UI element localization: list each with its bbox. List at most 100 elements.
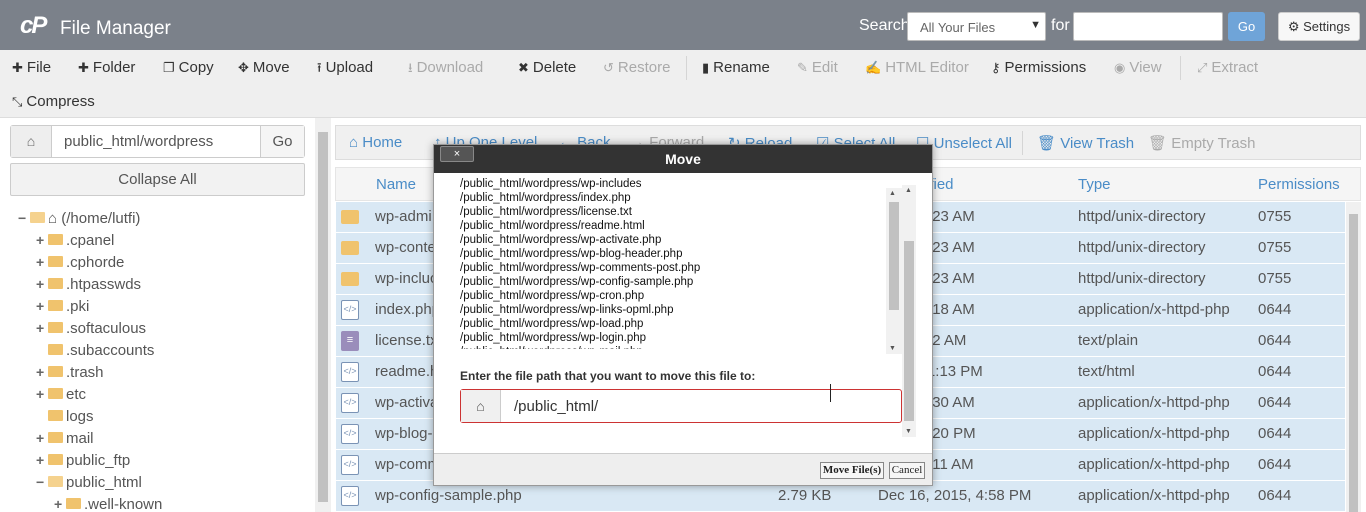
upload-button[interactable]: ⭱ Upload <box>317 59 373 81</box>
left-pane-scrollbar[interactable] <box>315 118 331 512</box>
compress-button[interactable]: ⤡ Compress <box>12 93 95 110</box>
cell-permissions: 0644 <box>1258 456 1292 473</box>
destination-label: Enter the file path that you want to mov… <box>460 369 756 383</box>
tree-toggle[interactable]: + <box>36 364 48 380</box>
gear-icon: ⚙ <box>1287 19 1300 34</box>
column-type[interactable]: Type <box>1078 176 1111 193</box>
file-list-scrollbar[interactable] <box>1346 202 1361 512</box>
tree-toggle[interactable]: + <box>36 298 48 314</box>
file-path-item: /public_html/wordpress/license.txt <box>460 206 632 218</box>
cell-name: wp-blog-h <box>375 425 441 442</box>
file-path-item: /public_html/wordpress/wp-cron.php <box>460 290 645 302</box>
destination-input[interactable]: /public_html/ <box>514 398 598 415</box>
tree-item[interactable]: + .trash <box>36 364 104 384</box>
code-file-icon: </> <box>341 300 359 320</box>
path-input[interactable]: public_html/wordpress <box>64 133 213 150</box>
view-button[interactable]: ◉ View <box>1114 59 1162 76</box>
dialog-title: Move <box>434 145 932 173</box>
tree-toggle[interactable]: + <box>36 430 48 446</box>
copy-button[interactable]: ❐ Copy <box>163 59 214 76</box>
cell-name: readme.h <box>375 363 439 380</box>
html-editor-button[interactable]: ✍ HTML Editor <box>865 59 969 76</box>
new-file-button[interactable]: ✚ File <box>12 59 51 76</box>
tree-item[interactable]: + public_ftp <box>36 452 130 472</box>
close-icon[interactable]: × <box>440 146 474 162</box>
move-files-button[interactable]: Move File(s) <box>820 462 884 479</box>
column-permissions[interactable]: Permissions <box>1258 176 1340 193</box>
view-trash-button[interactable]: 🗑 View Trash <box>1037 134 1134 152</box>
code-file-icon: </> <box>341 424 359 444</box>
tree-item[interactable]: + etc <box>36 386 86 406</box>
search-input[interactable] <box>1073 12 1223 41</box>
edit-button[interactable]: ✎ Edit <box>797 59 838 76</box>
scrollbar-thumb[interactable] <box>904 241 914 421</box>
column-name[interactable]: Name <box>376 176 416 193</box>
tree-toggle[interactable]: + <box>54 496 66 512</box>
tree-item[interactable]: logs <box>36 408 94 428</box>
scrollbar-thumb[interactable] <box>1349 214 1358 512</box>
tree-toggle[interactable]: + <box>36 386 48 402</box>
collapse-all-button[interactable]: Collapse All <box>10 163 305 196</box>
tree-toggle[interactable]: + <box>36 452 48 468</box>
tree-item[interactable]: + .htpasswds <box>36 276 141 296</box>
tree-toggle[interactable]: − <box>36 474 48 490</box>
tree-item[interactable]: − public_html <box>36 474 142 494</box>
folder-icon <box>48 410 63 421</box>
scroll-up-icon[interactable]: ▲ <box>889 190 896 197</box>
permissions-button[interactable]: ⚷ Permissions <box>991 59 1086 76</box>
search-go-button[interactable]: Go <box>1228 12 1265 41</box>
cell-type: httpd/unix-directory <box>1078 208 1206 225</box>
dialog-scrollbar[interactable]: ▲ ▼ <box>902 185 916 437</box>
tree-item[interactable]: + .cphorde <box>36 254 124 274</box>
delete-button[interactable]: ✖ Delete <box>518 59 576 76</box>
tree-toggle[interactable]: + <box>36 320 48 336</box>
download-button[interactable]: ⭳ Download <box>408 59 483 81</box>
cell-size: 2.79 KB <box>778 487 832 504</box>
main-toolbar: ✚ File ✚ Folder ❐ Copy ✥ Move ⭱ Upload ⭳ Downl… <box>0 50 1366 118</box>
scroll-down-icon[interactable]: ▼ <box>905 428 912 435</box>
home-icon: ⌂ <box>48 210 58 227</box>
home-icon[interactable]: ⌂ <box>11 126 52 157</box>
trash-icon: 🗑 <box>1037 135 1057 152</box>
tree-item[interactable]: + .pki <box>36 298 89 318</box>
file-path-item: /public_html/wordpress/wp-includes <box>460 178 642 190</box>
tree-item[interactable]: + .softaculous <box>36 320 146 340</box>
cell-permissions: 0644 <box>1258 332 1292 349</box>
cancel-button[interactable]: Cancel <box>889 462 925 479</box>
new-folder-button[interactable]: ✚ Folder <box>78 59 135 76</box>
tree-toggle[interactable]: + <box>36 254 48 270</box>
file-path-item: /public_html/wordpress/wp-login.php <box>460 332 647 344</box>
extract-button[interactable]: ⤢ Extract <box>1197 59 1258 76</box>
search-label: Search <box>859 17 910 34</box>
path-go-button[interactable]: Go <box>260 126 304 157</box>
tree-toggle[interactable]: + <box>36 276 48 292</box>
scroll-up-icon[interactable]: ▲ <box>905 187 912 194</box>
edit-icon: ✍ <box>865 60 882 75</box>
empty-trash-button[interactable]: 🗑 Empty Trash <box>1148 134 1255 152</box>
tree-item[interactable]: + mail <box>36 430 94 450</box>
cell-name: wp-conte <box>375 239 436 256</box>
scrollbar-thumb[interactable] <box>889 202 899 310</box>
restore-button[interactable]: ↺ Restore <box>603 59 670 76</box>
folder-icon <box>48 300 63 311</box>
tree-item[interactable]: + .cpanel <box>36 232 114 252</box>
tree-item[interactable]: .subaccounts <box>36 342 154 362</box>
home-button[interactable]: ⌂ Home <box>349 134 402 151</box>
file-list-scrollbar[interactable]: ▲ ▼ <box>886 188 902 354</box>
eye-icon: ◉ <box>1114 60 1126 75</box>
scroll-down-icon[interactable]: ▼ <box>889 345 896 352</box>
rename-button[interactable]: ▮ Rename <box>702 59 770 76</box>
tree-toggle[interactable]: + <box>36 232 48 248</box>
tree-toggle[interactable]: − <box>18 210 30 226</box>
tree-item-home[interactable]: − ⌂ (/home/lutfi) <box>18 210 140 230</box>
cell-name: wp-config-sample.php <box>375 487 522 504</box>
search-scope-value: All Your Files <box>920 20 996 35</box>
move-button[interactable]: ✥ Move <box>238 59 290 76</box>
left-pane: ⌂ public_html/wordpress Go Collapse All … <box>0 118 315 512</box>
tree-item[interactable]: + .well-known <box>54 496 162 512</box>
cell-type: text/plain <box>1078 332 1139 349</box>
folder-open-icon <box>48 476 63 487</box>
scrollbar-thumb[interactable] <box>318 132 328 502</box>
search-scope-select[interactable]: All Your Files ▼ <box>907 12 1046 41</box>
settings-button[interactable]: ⚙ Settings <box>1278 12 1360 41</box>
